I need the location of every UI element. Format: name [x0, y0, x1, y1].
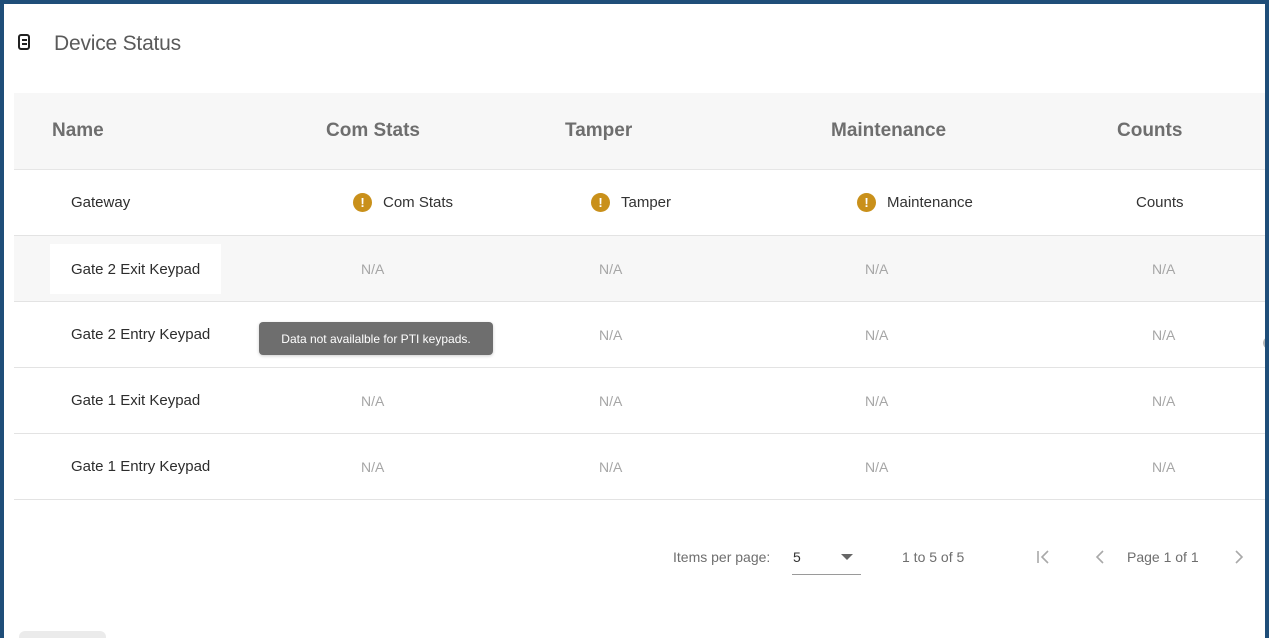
table-row[interactable]: Gate 2 Entry Keypad N/A N/A N/A N/A	[14, 302, 1265, 368]
tamper-value: Tamper	[621, 194, 672, 211]
column-header-maintenance[interactable]: Maintenance	[831, 120, 946, 142]
device-name: Gate 2 Entry Keypad	[71, 326, 211, 343]
previous-page-button[interactable]	[1093, 539, 1107, 575]
com-stats-cell[interactable]: N/A	[361, 368, 384, 433]
maintenance-cell[interactable]: N/A	[865, 302, 888, 367]
maintenance-cell[interactable]: N/A	[865, 434, 888, 499]
tamper-cell[interactable]: N/A	[599, 236, 622, 301]
scrollbar-handle[interactable]	[1263, 337, 1265, 349]
warning-icon: !	[591, 193, 610, 212]
table-row[interactable]: Gate 2 Exit Keypad N/A N/A N/A N/A	[14, 236, 1265, 302]
page-indicator: Page 1 of 1	[1127, 549, 1199, 565]
tooltip: Data not availalble for PTI keypads.	[259, 322, 493, 355]
column-header-tamper[interactable]: Tamper	[565, 120, 632, 142]
com-stats-cell[interactable]: N/A	[361, 434, 384, 499]
page-title: Device Status	[54, 32, 181, 55]
com-stats-cell[interactable]: ! Com Stats	[353, 170, 453, 235]
column-header-com-stats[interactable]: Com Stats	[326, 120, 420, 142]
counts-cell[interactable]: Counts	[1136, 170, 1184, 235]
bottom-button[interactable]	[19, 631, 106, 638]
first-page-icon	[1037, 550, 1049, 564]
tamper-cell[interactable]: ! Tamper	[591, 170, 671, 235]
counts-cell[interactable]: N/A	[1152, 236, 1175, 301]
counts-cell[interactable]: N/A	[1152, 302, 1175, 367]
warning-icon: !	[353, 193, 372, 212]
table-row[interactable]: Gate 1 Exit Keypad N/A N/A N/A N/A	[14, 368, 1265, 434]
table-row[interactable]: Gate 1 Entry Keypad N/A N/A N/A N/A	[14, 434, 1265, 500]
counts-cell[interactable]: N/A	[1152, 368, 1175, 433]
range-label: 1 to 5 of 5	[902, 549, 965, 565]
device-name: Gate 1 Entry Keypad	[71, 458, 211, 475]
items-per-page-value: 5	[793, 548, 801, 565]
items-per-page-label: Items per page:	[673, 549, 771, 565]
next-page-button[interactable]	[1232, 539, 1246, 575]
device-name: Gateway	[71, 194, 131, 211]
device-name: Gate 1 Exit Keypad	[71, 392, 201, 409]
tamper-cell[interactable]: N/A	[599, 302, 622, 367]
device-name: Gate 2 Exit Keypad	[50, 244, 222, 294]
tamper-cell[interactable]: N/A	[599, 368, 622, 433]
table-header-row: Name Com Stats Tamper Maintenance Counts	[14, 93, 1265, 170]
column-header-counts[interactable]: Counts	[1117, 120, 1182, 142]
column-header-name[interactable]: Name	[52, 120, 104, 142]
maintenance-cell[interactable]: N/A	[865, 368, 888, 433]
tamper-cell[interactable]: N/A	[599, 434, 622, 499]
com-stats-cell[interactable]: N/A	[361, 236, 384, 301]
maintenance-value: Maintenance	[887, 194, 973, 211]
maintenance-cell[interactable]: ! Maintenance	[857, 170, 973, 235]
table-row[interactable]: Gateway ! Com Stats ! Tamper ! Maintenan…	[14, 170, 1265, 236]
device-status-table: Name Com Stats Tamper Maintenance Counts…	[14, 93, 1265, 500]
com-stats-value: Com Stats	[383, 194, 454, 211]
chevron-right-icon	[1235, 550, 1244, 564]
device-status-icon	[18, 34, 32, 54]
maintenance-cell[interactable]: N/A	[865, 236, 888, 301]
chevron-left-icon	[1095, 550, 1104, 564]
panel-header: Device Status	[12, 26, 181, 62]
counts-cell[interactable]: N/A	[1152, 434, 1175, 499]
items-per-page-select[interactable]: 5	[792, 539, 861, 575]
warning-icon: !	[857, 193, 876, 212]
device-status-panel: Device Status Name Com Stats Tamper Main…	[0, 0, 1269, 638]
chevron-down-icon	[841, 554, 853, 560]
paginator: Items per page: 5 1 to 5 of 5 Page 1 of …	[4, 539, 1265, 575]
first-page-button[interactable]	[1035, 539, 1053, 575]
